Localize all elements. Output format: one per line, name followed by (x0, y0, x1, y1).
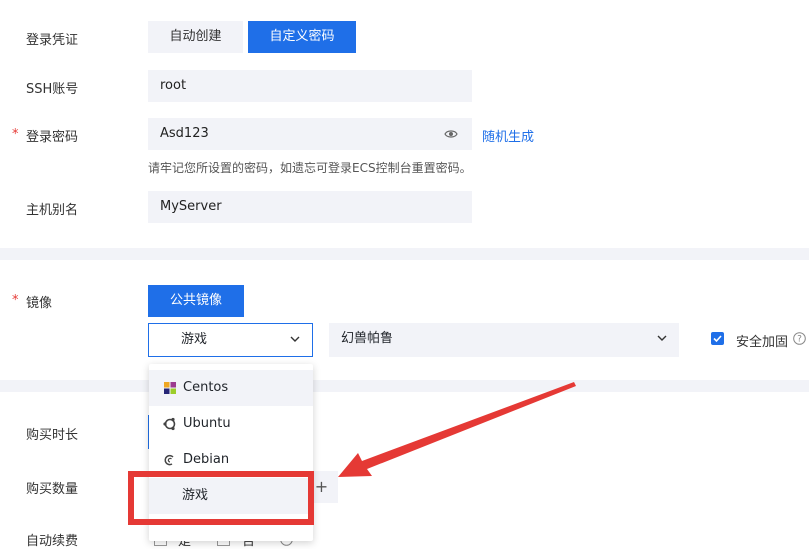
auto-create-option[interactable]: 自动创建 (148, 21, 243, 53)
game-select[interactable]: 幻兽帕鲁 (329, 323, 679, 357)
option-label: Centos (183, 380, 229, 395)
custom-password-option[interactable]: 自定义密码 (248, 21, 356, 53)
debian-icon (164, 454, 174, 466)
password-hint: 请牢记您所设置的密码，如遗忘可登录ECS控制台重置密码。 (148, 161, 472, 175)
check-icon (713, 335, 722, 343)
category-select-value: 游戏 (181, 332, 208, 347)
renew-label: 自动续费 (26, 534, 79, 549)
section-divider (0, 248, 809, 260)
chevron-down-icon (657, 335, 667, 341)
svg-text:?: ? (797, 335, 802, 345)
password-field[interactable]: Asd123 (148, 118, 472, 150)
alias-label: 主机别名 (26, 203, 79, 218)
security-label: 安全加固 (736, 335, 789, 350)
help-icon[interactable]: ? (793, 332, 806, 345)
dropdown-option-centos[interactable]: Centos (149, 370, 313, 406)
ssh-account-label: SSH账号 (26, 82, 79, 97)
category-select[interactable]: 游戏 (148, 323, 313, 357)
duration-label: 购买时长 (26, 428, 79, 443)
chevron-down-icon (290, 336, 300, 342)
random-generate-link[interactable]: 随机生成 (482, 126, 534, 145)
password-label: 登录密码 (26, 130, 79, 145)
centos-icon (164, 382, 176, 394)
game-select-value: 幻兽帕鲁 (341, 331, 394, 346)
highlight-box-annotation (128, 471, 314, 525)
alias-field[interactable]: MyServer (148, 191, 472, 223)
required-mark: * (12, 127, 19, 142)
password-value: Asd123 (160, 126, 209, 141)
image-required-mark: * (12, 293, 19, 308)
eye-icon[interactable] (444, 128, 458, 140)
option-label: Ubuntu (183, 416, 231, 431)
public-image-tab[interactable]: 公共镜像 (148, 285, 244, 317)
quantity-label: 购买数量 (26, 482, 79, 497)
security-checkbox[interactable] (711, 332, 724, 345)
image-label: 镜像 (26, 296, 53, 311)
ubuntu-icon (163, 417, 176, 431)
arrow-annotation (338, 382, 576, 477)
ssh-account-field[interactable]: root (148, 70, 472, 102)
dropdown-option-ubuntu[interactable]: Ubuntu (149, 406, 313, 442)
credentials-label: 登录凭证 (26, 33, 79, 48)
